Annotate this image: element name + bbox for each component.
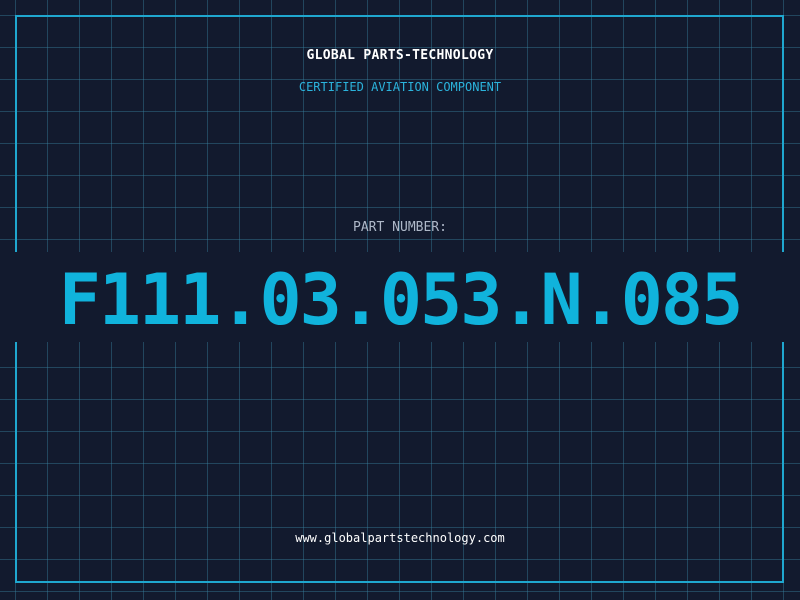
certification-subtitle: CERTIFIED AVIATION COMPONENT	[298, 80, 502, 94]
part-display-card: GLOBAL PARTS-TECHNOLOGY CERTIFIED AVIATI…	[0, 0, 800, 600]
part-number-value: F111.03.053.N.085	[58, 259, 743, 341]
website-url: www.globalpartstechnology.com	[295, 531, 505, 545]
company-title: GLOBAL PARTS-TECHNOLOGY	[306, 48, 494, 63]
part-number-label: PART NUMBER:	[353, 220, 447, 235]
